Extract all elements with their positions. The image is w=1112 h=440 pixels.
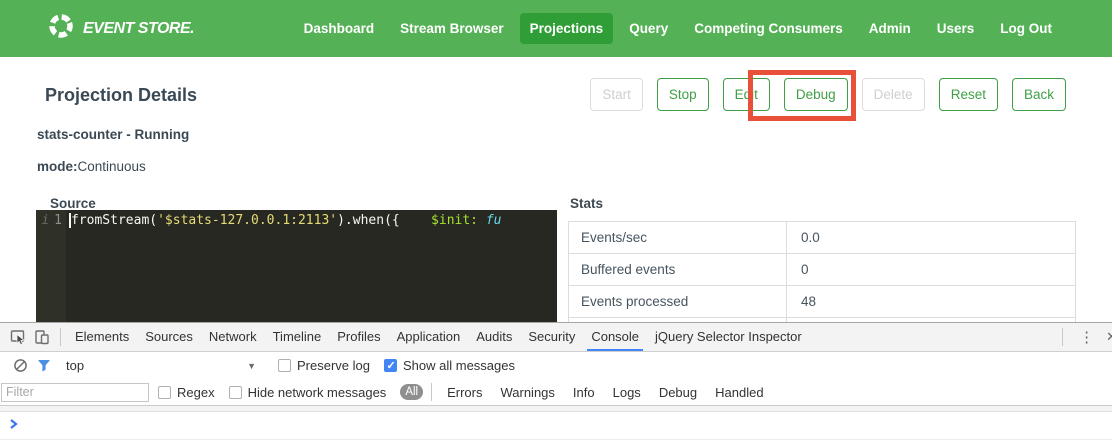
line-number: 1	[54, 213, 62, 228]
hide-network-messages-label: Hide network messages	[248, 385, 387, 400]
edit-button[interactable]: Edit	[723, 78, 770, 111]
filter-level-errors[interactable]: Errors	[438, 385, 491, 400]
stat-value: 0	[787, 254, 1075, 285]
stat-value: 48	[787, 286, 1075, 317]
console-prompt-icon	[9, 418, 19, 433]
delete-button[interactable]: Delete	[862, 78, 925, 111]
code-token: fromStream(	[71, 213, 157, 228]
devtools-tabbar: Elements Sources Network Timeline Profil…	[0, 323, 1112, 352]
console-messages-area[interactable]	[0, 412, 1112, 440]
stat-value: 0.0	[787, 222, 1075, 253]
mode-label: mode:	[37, 159, 78, 174]
table-row: Events/sec 0.0	[569, 222, 1075, 254]
mode-value: Continuous	[78, 159, 146, 174]
stats-heading: Stats	[570, 196, 603, 211]
back-button[interactable]: Back	[1012, 78, 1066, 111]
table-row: Buffered events 0	[569, 254, 1075, 286]
devtools-tab-security[interactable]: Security	[520, 323, 583, 351]
debug-button[interactable]: Debug	[784, 78, 848, 111]
inspect-element-icon[interactable]	[6, 326, 30, 348]
devtools-tab-network[interactable]: Network	[201, 323, 265, 351]
console-filterbar: Regex Hide network messages All Errors W…	[0, 379, 1112, 406]
main-content: Projection Details Start Stop Edit Debug…	[0, 57, 1112, 322]
nav-item-users[interactable]: Users	[927, 13, 985, 44]
code-token	[400, 213, 431, 228]
hide-network-messages-checkbox[interactable]	[229, 386, 242, 399]
eventstore-logo-icon	[48, 13, 74, 44]
gutter-info-icon: i	[41, 213, 49, 228]
page-title: Projection Details	[45, 85, 197, 106]
devtools-tab-profiles[interactable]: Profiles	[329, 323, 388, 351]
nav-item-query[interactable]: Query	[619, 13, 678, 44]
filter-all-badge[interactable]: All	[400, 384, 423, 400]
nav-item-competing-consumers[interactable]: Competing Consumers	[684, 13, 853, 44]
filter-level-debug[interactable]: Debug	[650, 385, 706, 400]
code-token-key: $init:	[431, 213, 478, 228]
show-all-messages-checkbox[interactable]	[384, 359, 397, 372]
preserve-log-checkbox[interactable]	[278, 359, 291, 372]
close-devtools-icon[interactable]: ✕	[1104, 329, 1112, 345]
source-code-editor[interactable]: i 1 fromStream('$stats-127.0.0.1:2113').…	[36, 210, 557, 322]
devtools-tab-application[interactable]: Application	[389, 323, 469, 351]
clear-console-icon[interactable]	[8, 355, 32, 377]
devtools-tab-elements[interactable]: Elements	[67, 323, 137, 351]
table-row: Events processed 48	[569, 286, 1075, 318]
execution-context-selector[interactable]: top ▼	[66, 358, 256, 373]
toolbar-separator	[1062, 328, 1063, 346]
brand-logo[interactable]: EVENT STORE.	[48, 13, 194, 44]
show-all-messages-label: Show all messages	[403, 358, 515, 373]
code-token-keyword: fu	[478, 213, 501, 228]
top-navbar: EVENT STORE. Dashboard Stream Browser Pr…	[0, 0, 1112, 57]
toolbar-separator	[60, 328, 61, 346]
kebab-menu-icon[interactable]: ⋮	[1069, 328, 1104, 346]
stop-button[interactable]: Stop	[657, 78, 709, 111]
device-toolbar-icon[interactable]	[30, 326, 54, 348]
nav-item-admin[interactable]: Admin	[859, 13, 921, 44]
devtools-tab-jquery-selector-inspector[interactable]: jQuery Selector Inspector	[647, 323, 810, 351]
regex-checkbox[interactable]	[158, 386, 171, 399]
preserve-log-label: Preserve log	[297, 358, 370, 373]
stat-label: Events processed	[569, 286, 787, 317]
context-value: top	[66, 358, 84, 373]
nav-item-projections[interactable]: Projections	[520, 13, 614, 44]
filter-level-logs[interactable]: Logs	[604, 385, 650, 400]
devtools-tab-console[interactable]: Console	[583, 323, 647, 351]
filter-level-handled[interactable]: Handled	[706, 385, 772, 400]
stat-label: Buffered events	[569, 254, 787, 285]
projection-status: stats-counter - Running	[37, 127, 189, 142]
action-buttons: Start Stop Edit Debug Delete Reset Back	[576, 78, 1066, 111]
devtools-tab-sources[interactable]: Sources	[137, 323, 201, 351]
console-toolbar: top ▼ Preserve log Show all messages	[0, 352, 1112, 379]
brand-text: EVENT STORE.	[83, 20, 194, 38]
devtools-panel: Elements Sources Network Timeline Profil…	[0, 322, 1112, 440]
projection-mode: mode:Continuous	[37, 159, 146, 174]
dropdown-arrow-icon: ▼	[247, 361, 256, 371]
stats-table: Events/sec 0.0 Buffered events 0 Events …	[568, 221, 1076, 322]
main-nav: Dashboard Stream Browser Projections Que…	[294, 13, 1062, 44]
start-button[interactable]: Start	[590, 78, 643, 111]
filter-level-info[interactable]: Info	[564, 385, 604, 400]
filter-input[interactable]	[1, 383, 149, 402]
code-token-string: '$stats-127.0.0.1:2113'	[157, 213, 337, 228]
editor-gutter: i 1	[36, 210, 66, 322]
console-prompt[interactable]	[0, 412, 1112, 433]
code-token: ).when({	[337, 213, 400, 228]
nav-item-logout[interactable]: Log Out	[990, 13, 1062, 44]
reset-button[interactable]: Reset	[939, 78, 998, 111]
toolbar-separator	[431, 383, 432, 401]
nav-item-dashboard[interactable]: Dashboard	[294, 13, 385, 44]
nav-item-stream-browser[interactable]: Stream Browser	[390, 13, 514, 44]
filter-funnel-icon[interactable]	[32, 355, 56, 377]
filter-level-warnings[interactable]: Warnings	[491, 385, 563, 400]
stat-label: Events/sec	[569, 222, 787, 253]
code-line: fromStream('$stats-127.0.0.1:2113').when…	[66, 210, 502, 322]
regex-label: Regex	[177, 385, 215, 400]
devtools-tab-audits[interactable]: Audits	[468, 323, 520, 351]
devtools-tab-timeline[interactable]: Timeline	[265, 323, 330, 351]
source-heading: Source	[50, 196, 96, 211]
